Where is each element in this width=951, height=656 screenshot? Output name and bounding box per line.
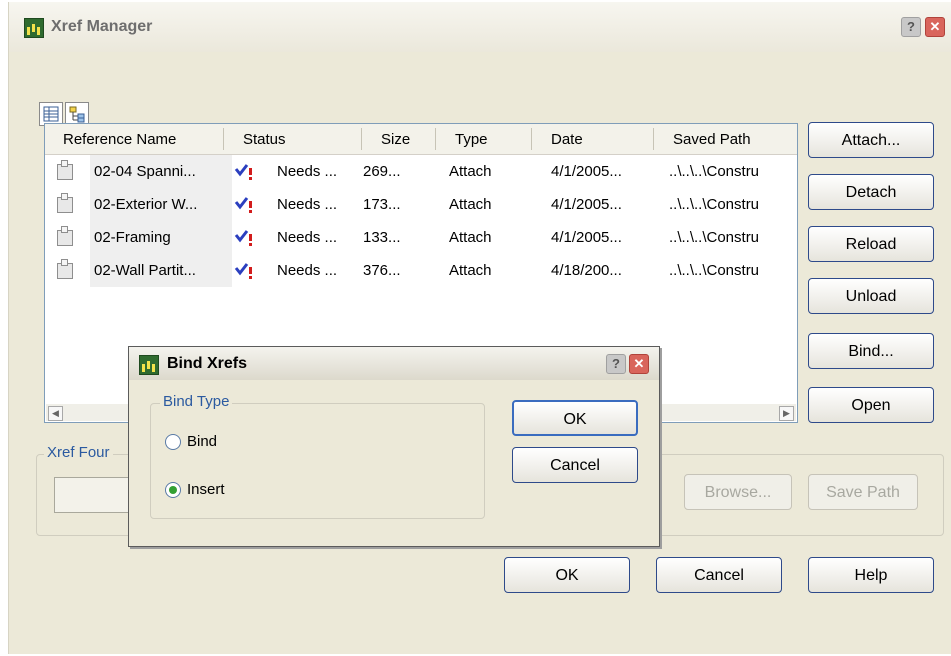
col-reference-name[interactable]: Reference Name bbox=[63, 131, 176, 148]
unload-button[interactable]: Unload bbox=[808, 278, 934, 314]
list-header: Reference Name Status Size Type Date Sav… bbox=[45, 124, 797, 155]
ref-date: 4/18/200... bbox=[551, 262, 622, 279]
ok-button[interactable]: OK bbox=[504, 557, 630, 593]
ref-status: Needs ... bbox=[277, 229, 338, 246]
reload-button[interactable]: Reload bbox=[808, 226, 934, 262]
xref-file-icon bbox=[57, 259, 73, 279]
table-row[interactable]: 02-04 Spanni... Needs ... 269... Attach … bbox=[45, 155, 797, 188]
xref-file-icon bbox=[57, 160, 73, 180]
bind-radio-label: Bind bbox=[187, 433, 218, 450]
ref-date: 4/1/2005... bbox=[551, 163, 622, 180]
xref-file-icon bbox=[57, 226, 73, 246]
attach-button[interactable]: Attach... bbox=[808, 122, 934, 158]
scroll-left-arrow-icon[interactable]: ◀ bbox=[48, 406, 63, 421]
save-path-button[interactable]: Save Path bbox=[808, 474, 918, 510]
cancel-button[interactable]: Cancel bbox=[656, 557, 782, 593]
ref-type: Attach bbox=[449, 163, 492, 180]
bind-type-label: Bind Type bbox=[160, 393, 233, 410]
col-status[interactable]: Status bbox=[243, 131, 286, 148]
bind-app-icon bbox=[139, 355, 159, 375]
table-row[interactable]: 02-Wall Partit... Needs ... 376... Attac… bbox=[45, 254, 797, 287]
ref-type: Attach bbox=[449, 229, 492, 246]
ref-saved-path: ..\..\..\Constru bbox=[669, 229, 760, 246]
xref-manager-window: Xref Manager ? ✕ Reference Name Status S… bbox=[8, 2, 951, 654]
ref-status: Needs ... bbox=[277, 262, 338, 279]
ref-type: Attach bbox=[449, 196, 492, 213]
ref-saved-path: ..\..\..\Constru bbox=[669, 262, 760, 279]
ref-name: 02-Exterior W... bbox=[90, 188, 232, 221]
ref-date: 4/1/2005... bbox=[551, 229, 622, 246]
title-close-button[interactable]: ✕ bbox=[925, 17, 945, 37]
table-row[interactable]: 02-Framing Needs ... 133... Attach 4/1/2… bbox=[45, 221, 797, 254]
col-size[interactable]: Size bbox=[381, 131, 410, 148]
needs-reload-icon bbox=[234, 230, 252, 246]
col-type[interactable]: Type bbox=[455, 131, 488, 148]
dialog-cancel-button[interactable]: Cancel bbox=[512, 447, 638, 483]
ref-name: 02-Wall Partit... bbox=[90, 254, 232, 287]
ref-size: 173... bbox=[363, 196, 401, 213]
needs-reload-icon bbox=[234, 263, 252, 279]
open-button[interactable]: Open bbox=[808, 387, 934, 423]
xref-found-label: Xref Four bbox=[44, 444, 113, 461]
dialog-close-button[interactable]: ✕ bbox=[629, 354, 649, 374]
scroll-right-arrow-icon[interactable]: ▶ bbox=[779, 406, 794, 421]
col-date[interactable]: Date bbox=[551, 131, 583, 148]
bind-xrefs-dialog: Bind Xrefs ? ✕ Bind Type Bind Insert OK … bbox=[128, 346, 660, 547]
ref-name: 02-04 Spanni... bbox=[90, 155, 232, 188]
window-title: Xref Manager bbox=[51, 18, 153, 35]
dialog-title: Bind Xrefs bbox=[167, 355, 248, 372]
ref-size: 133... bbox=[363, 229, 401, 246]
table-row[interactable]: 02-Exterior W... Needs ... 173... Attach… bbox=[45, 188, 797, 221]
ref-saved-path: ..\..\..\Constru bbox=[669, 163, 760, 180]
dialog-title-bar: Bind Xrefs ? ✕ bbox=[129, 347, 659, 380]
ref-saved-path: ..\..\..\Constru bbox=[669, 196, 760, 213]
ref-status: Needs ... bbox=[277, 163, 338, 180]
bind-type-group bbox=[150, 403, 485, 519]
ref-type: Attach bbox=[449, 262, 492, 279]
dialog-help-button[interactable]: ? bbox=[606, 354, 626, 374]
list-view-icon bbox=[43, 106, 59, 122]
xref-path-field[interactable] bbox=[54, 477, 136, 513]
app-icon bbox=[24, 18, 44, 38]
tree-view-icon bbox=[69, 106, 85, 123]
insert-radio-label: Insert bbox=[187, 481, 225, 498]
needs-reload-icon bbox=[234, 164, 252, 180]
ref-name: 02-Framing bbox=[90, 221, 232, 254]
ref-size: 269... bbox=[363, 163, 401, 180]
ref-date: 4/1/2005... bbox=[551, 196, 622, 213]
title-help-button[interactable]: ? bbox=[901, 17, 921, 37]
detach-button[interactable]: Detach bbox=[808, 174, 934, 210]
title-bar: Xref Manager ? ✕ bbox=[9, 2, 951, 52]
col-saved-path[interactable]: Saved Path bbox=[673, 131, 751, 148]
help-button[interactable]: Help bbox=[808, 557, 934, 593]
needs-reload-icon bbox=[234, 197, 252, 213]
ref-status: Needs ... bbox=[277, 196, 338, 213]
ref-size: 376... bbox=[363, 262, 401, 279]
insert-radio[interactable] bbox=[165, 482, 181, 498]
bind-radio[interactable] bbox=[165, 434, 181, 450]
browse-button[interactable]: Browse... bbox=[684, 474, 792, 510]
xref-file-icon bbox=[57, 193, 73, 213]
bind-button[interactable]: Bind... bbox=[808, 333, 934, 369]
dialog-ok-button[interactable]: OK bbox=[512, 400, 638, 436]
